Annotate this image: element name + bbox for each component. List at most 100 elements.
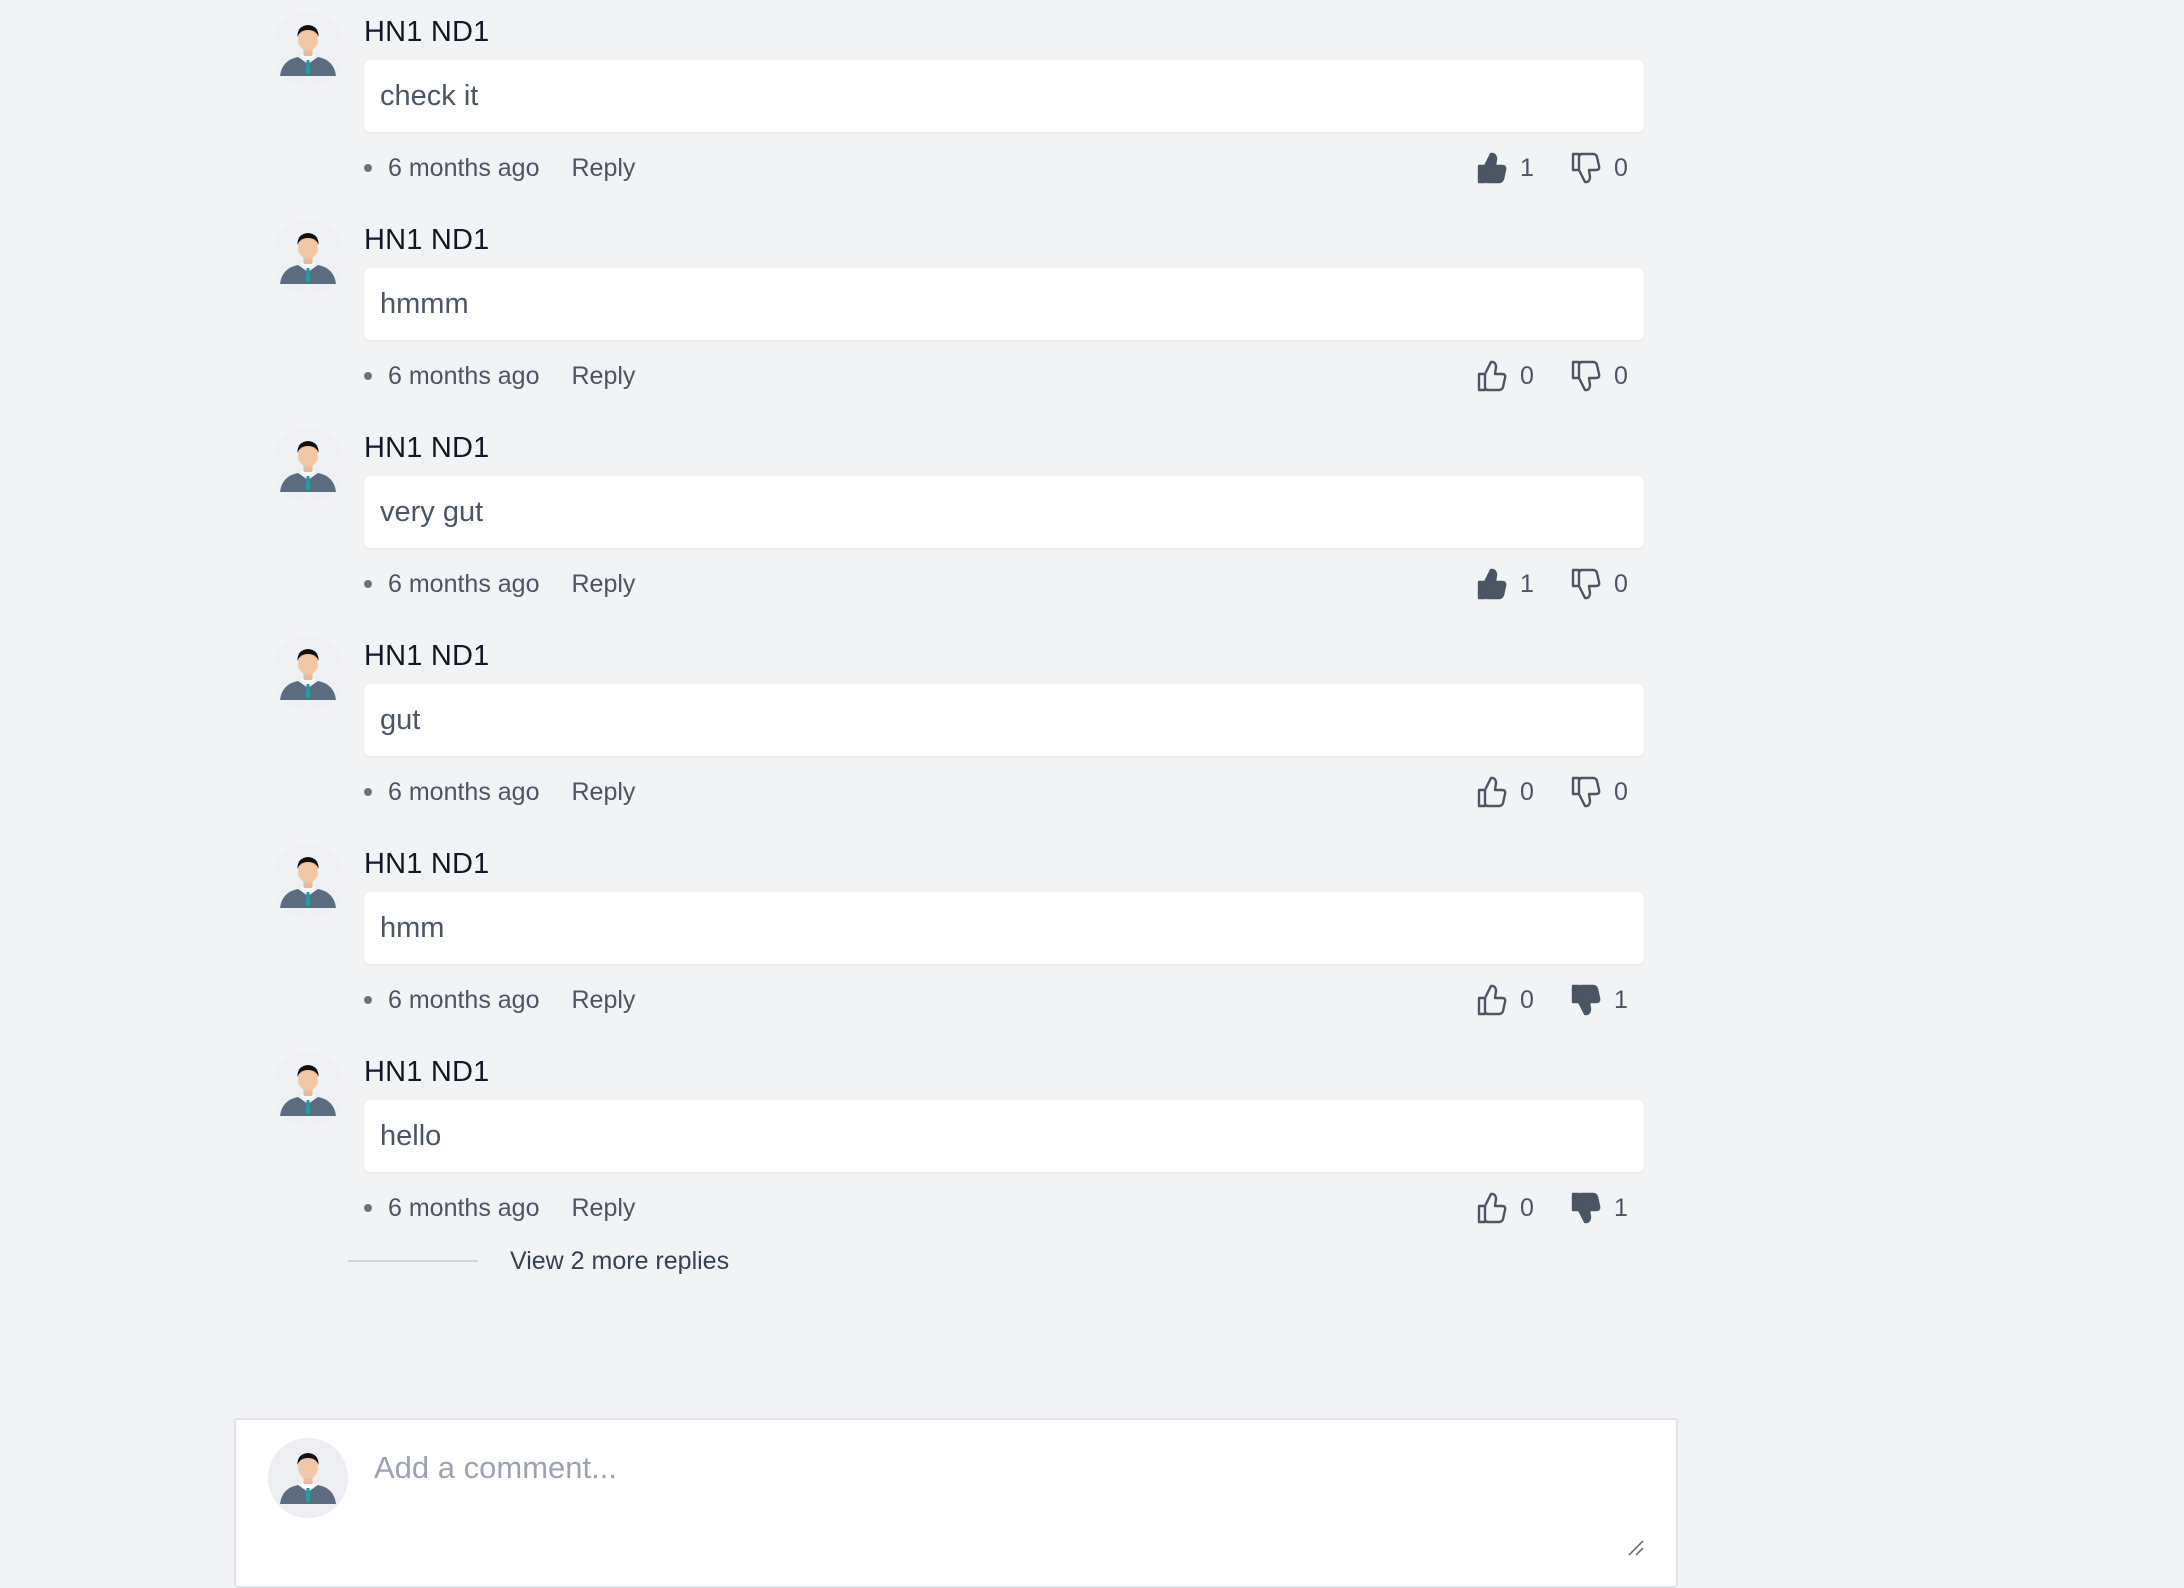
vote-controls: 0 0	[1470, 770, 1670, 814]
comment-bubble: hello	[364, 1100, 1644, 1172]
comment-timestamp: 6 months ago	[388, 1193, 540, 1222]
divider-line	[348, 1260, 478, 1262]
vote-controls: 0 0	[1470, 354, 1670, 398]
user-avatar-icon	[270, 844, 346, 920]
like-count: 0	[1520, 361, 1534, 390]
dislike-button[interactable]: 0	[1564, 770, 1628, 814]
comment-item: HN1 ND1 very gut 6 months ago Reply 1 0	[270, 416, 1670, 624]
reply-button[interactable]: Reply	[572, 154, 636, 183]
like-button[interactable]: 0	[1470, 354, 1534, 398]
thumbs-up-icon	[1470, 148, 1510, 188]
reply-button[interactable]: Reply	[572, 362, 636, 391]
comment-item: HN1 ND1 hmmm 6 months ago Reply 0 0	[270, 208, 1670, 416]
comment-meta: 6 months ago Reply	[364, 150, 635, 186]
vote-controls: 0 1	[1470, 978, 1670, 1022]
dislike-count: 0	[1614, 361, 1628, 390]
thumbs-up-icon	[1470, 564, 1510, 604]
comment-item: HN1 ND1 hmm 6 months ago Reply 0 1	[270, 832, 1670, 1040]
comment-author[interactable]: HN1 ND1	[364, 640, 490, 673]
thumbs-down-icon	[1564, 980, 1604, 1020]
dislike-count: 1	[1614, 1193, 1628, 1222]
view-more-replies-link[interactable]: View 2 more replies	[510, 1247, 729, 1276]
user-avatar-icon	[270, 220, 346, 296]
comment-bubble: check it	[364, 60, 1644, 132]
comment-meta: 6 months ago Reply	[364, 566, 635, 602]
comment-bubble: very gut	[364, 476, 1644, 548]
comment-bubble: hmm	[364, 892, 1644, 964]
dislike-button[interactable]: 0	[1564, 354, 1628, 398]
comment-bubble: gut	[364, 684, 1644, 756]
comment-timestamp: 6 months ago	[388, 153, 540, 182]
comment-meta: 6 months ago Reply	[364, 358, 635, 394]
like-count: 1	[1520, 569, 1534, 598]
bullet-dot	[364, 164, 372, 172]
dislike-button[interactable]: 0	[1564, 146, 1628, 190]
comment-composer	[234, 1418, 1678, 1588]
comment-author[interactable]: HN1 ND1	[364, 224, 490, 257]
like-count: 0	[1520, 777, 1534, 806]
thumbs-down-icon	[1564, 564, 1604, 604]
like-count: 1	[1520, 153, 1534, 182]
vote-controls: 1 0	[1470, 562, 1670, 606]
like-button[interactable]: 1	[1470, 562, 1534, 606]
like-button[interactable]: 1	[1470, 146, 1534, 190]
comment-timestamp: 6 months ago	[388, 569, 540, 598]
comment-text: very gut	[380, 495, 484, 528]
bullet-dot	[364, 372, 372, 380]
dislike-count: 0	[1614, 777, 1628, 806]
bullet-dot	[364, 1204, 372, 1212]
vote-controls: 0 1	[1470, 1186, 1670, 1230]
thumbs-down-icon	[1564, 772, 1604, 812]
dislike-button[interactable]: 1	[1564, 978, 1628, 1022]
comment-meta: 6 months ago Reply	[364, 1190, 635, 1226]
dislike-count: 0	[1614, 153, 1628, 182]
comment-item: HN1 ND1 gut 6 months ago Reply 0 0	[270, 624, 1670, 832]
vote-controls: 1 0	[1470, 146, 1670, 190]
like-button[interactable]: 0	[1470, 1186, 1534, 1230]
thumbs-up-icon	[1470, 772, 1510, 812]
bullet-dot	[364, 580, 372, 588]
like-count: 0	[1520, 1193, 1534, 1222]
reply-button[interactable]: Reply	[572, 1194, 636, 1223]
dislike-count: 0	[1614, 569, 1628, 598]
comment-text: hello	[380, 1119, 442, 1152]
bullet-dot	[364, 788, 372, 796]
comment-item: HN1 ND1 hello 6 months ago Reply 0 1	[270, 1040, 1670, 1248]
comment-timestamp: 6 months ago	[388, 985, 540, 1014]
user-avatar-icon	[268, 1438, 348, 1518]
comment-author[interactable]: HN1 ND1	[364, 16, 490, 49]
comment-author[interactable]: HN1 ND1	[364, 1056, 490, 1089]
thumbs-down-icon	[1564, 356, 1604, 396]
dislike-count: 1	[1614, 985, 1628, 1014]
resize-grip-icon[interactable]	[1626, 1538, 1644, 1556]
like-button[interactable]: 0	[1470, 978, 1534, 1022]
view-more-replies[interactable]: View 2 more replies	[348, 1243, 729, 1279]
comment-input[interactable]	[370, 1440, 1650, 1560]
comment-author[interactable]: HN1 ND1	[364, 432, 490, 465]
reply-button[interactable]: Reply	[572, 778, 636, 807]
like-count: 0	[1520, 985, 1534, 1014]
comment-text: hmm	[380, 911, 445, 944]
comment-text: check it	[380, 79, 479, 112]
user-avatar-icon	[270, 428, 346, 504]
like-button[interactable]: 0	[1470, 770, 1534, 814]
thumbs-up-icon	[1470, 980, 1510, 1020]
comment-bubble: hmmm	[364, 268, 1644, 340]
comment-meta: 6 months ago Reply	[364, 774, 635, 810]
thumbs-up-icon	[1470, 1188, 1510, 1228]
dislike-button[interactable]: 0	[1564, 562, 1628, 606]
comment-text: hmmm	[380, 287, 469, 320]
bullet-dot	[364, 996, 372, 1004]
reply-button[interactable]: Reply	[572, 570, 636, 599]
user-avatar-icon	[270, 1052, 346, 1128]
user-avatar-icon	[270, 636, 346, 712]
user-avatar-icon	[270, 12, 346, 88]
thumbs-up-icon	[1470, 356, 1510, 396]
comment-meta: 6 months ago Reply	[364, 982, 635, 1018]
comment-timestamp: 6 months ago	[388, 777, 540, 806]
reply-button[interactable]: Reply	[572, 986, 636, 1015]
comment-author[interactable]: HN1 ND1	[364, 848, 490, 881]
thumbs-down-icon	[1564, 1188, 1604, 1228]
thumbs-down-icon	[1564, 148, 1604, 188]
dislike-button[interactable]: 1	[1564, 1186, 1628, 1230]
